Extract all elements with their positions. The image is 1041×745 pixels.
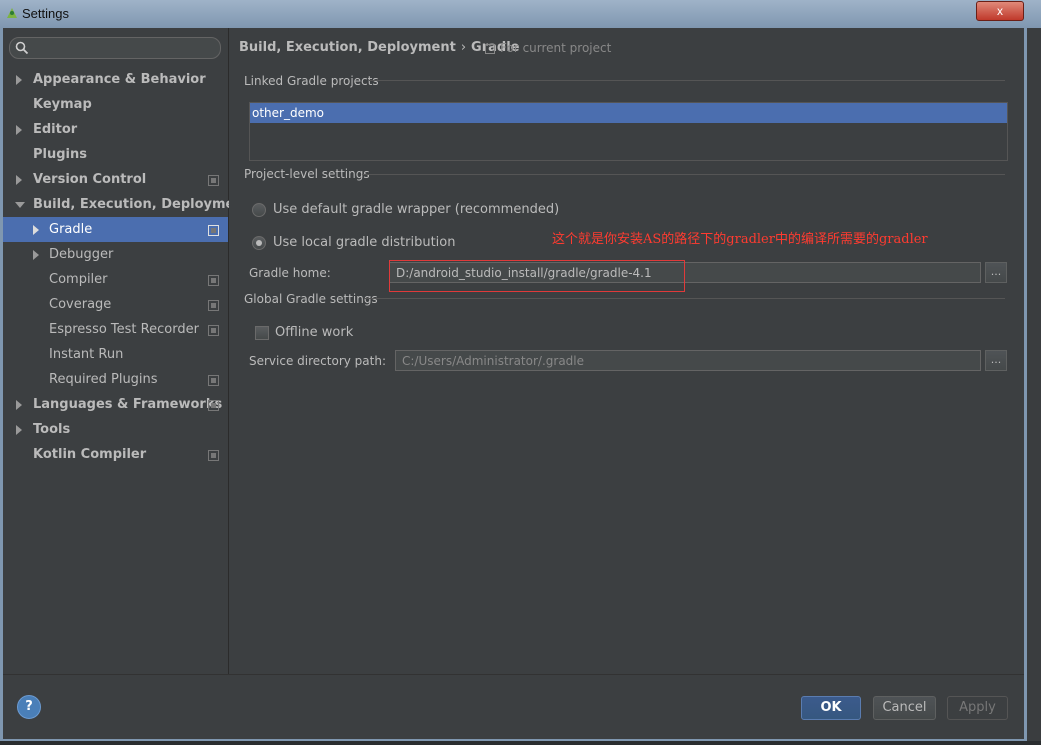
expand-arrow-icon [16,75,22,85]
project-scope-icon [208,375,219,386]
sidebar-item-appearance[interactable]: Appearance & Behavior [3,67,228,92]
project-scope-icon [208,325,219,336]
sidebar-item-languages-frameworks[interactable]: Languages & Frameworks [3,392,228,417]
annotation-highlight-box [389,260,685,292]
collapse-arrow-icon [15,202,25,208]
expand-arrow-icon [33,250,39,260]
sidebar-item-coverage[interactable]: Coverage [3,292,228,317]
gradle-home-browse-button[interactable]: ... [985,262,1007,283]
project-scope-icon [208,275,219,286]
search-icon [15,41,29,55]
section-divider [369,80,1005,81]
sidebar-item-espresso-test-recorder[interactable]: Espresso Test Recorder [3,317,228,342]
gradle-home-label: Gradle home: [249,266,331,280]
list-item[interactable]: other_demo [250,103,1007,123]
settings-content: Build, Execution, Deployment › Gradle For … [229,28,1024,674]
sidebar-item-plugins[interactable]: Plugins [3,142,228,167]
project-scope-icon [485,43,495,54]
sidebar-item-debugger[interactable]: Debugger [3,242,228,267]
sidebar-item-gradle[interactable]: Gradle [3,217,228,242]
apply-button[interactable]: Apply [947,696,1008,720]
project-scope-icon [208,400,219,411]
sidebar-item-build-execution-deployment[interactable]: Build, Execution, Deployment [3,192,250,217]
breadcrumb-separator: › [460,40,467,55]
section-divider [362,174,1005,175]
sidebar-item-kotlin-compiler[interactable]: Kotlin Compiler [3,442,228,467]
ok-button[interactable]: OK [801,696,861,720]
project-level-title: Project-level settings [244,167,370,181]
linked-projects-title: Linked Gradle projects [244,74,379,88]
help-button[interactable]: ? [17,695,41,719]
scope-label: For current project [500,41,612,55]
section-divider [364,298,1005,299]
sidebar-item-instant-run[interactable]: Instant Run [3,342,228,367]
title-bar: Settings x [0,0,1041,28]
project-scope-icon [208,225,219,236]
project-scope-icon [208,450,219,461]
service-directory-label: Service directory path: [249,354,386,368]
close-button[interactable]: x [976,1,1024,21]
expand-arrow-icon [16,400,22,410]
offline-work-label[interactable]: Offline work [275,325,353,340]
expand-arrow-icon [16,175,22,185]
breadcrumb: Build, Execution, Deployment › Gradle [239,40,519,55]
wrapper-radio[interactable] [252,203,266,217]
expand-arrow-icon [33,225,39,235]
sidebar-item-compiler[interactable]: Compiler [3,267,228,292]
breadcrumb-parent: Build, Execution, Deployment [239,40,456,55]
linked-projects-list[interactable]: other_demo [249,102,1008,161]
scope-indicator: For current project [485,41,611,55]
dialog-footer: ? OK Cancel Apply [3,674,1024,739]
settings-sidebar: Appearance & Behavior Keymap Editor Plug… [3,28,250,674]
sidebar-item-required-plugins[interactable]: Required Plugins [3,367,228,392]
offline-work-checkbox[interactable] [255,326,269,340]
local-distribution-radio[interactable] [252,236,266,250]
project-scope-icon [208,300,219,311]
background-status-strip [0,741,1041,745]
android-studio-icon [7,8,17,18]
service-directory-browse-button[interactable]: ... [985,350,1007,371]
sidebar-item-editor[interactable]: Editor [3,117,228,142]
window-title: Settings [22,6,69,21]
sidebar-item-tools[interactable]: Tools [3,417,228,442]
project-scope-icon [208,175,219,186]
global-settings-title: Global Gradle settings [244,292,378,306]
search-input[interactable] [9,37,221,59]
background-editor-strip [1027,28,1041,745]
expand-arrow-icon [16,125,22,135]
cancel-button[interactable]: Cancel [873,696,936,720]
sidebar-item-version-control[interactable]: Version Control [3,167,228,192]
expand-arrow-icon [16,425,22,435]
local-distribution-radio-label[interactable]: Use local gradle distribution [273,235,455,250]
sidebar-item-keymap[interactable]: Keymap [3,92,228,117]
annotation-text: 这个就是你安装AS的路径下的gradler中的编译所需要的gradler [552,232,928,247]
service-directory-field[interactable]: C:/Users/Administrator/.gradle [395,350,981,371]
wrapper-radio-label[interactable]: Use default gradle wrapper (recommended) [273,202,559,217]
